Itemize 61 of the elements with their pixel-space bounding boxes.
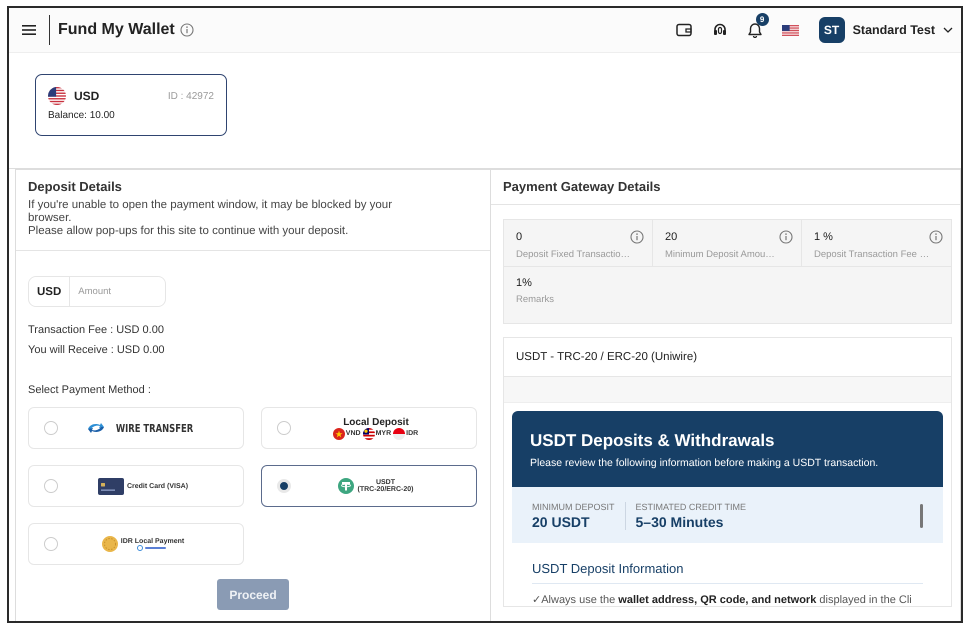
payment-option[interactable]: WIRE TRANSFER	[28, 407, 244, 449]
currency-label: USD	[28, 276, 70, 307]
receive-text: You will Receive : USD 0.00	[28, 344, 166, 356]
coin-icon	[102, 536, 118, 552]
bullet-text: ✓Always use the wallet address, QR code, and network displayed in the Cli	[532, 593, 913, 606]
stat-label: Minimum Deposit Amou…	[665, 249, 776, 260]
fact-label: MINIMUM DEPOSIT	[532, 502, 614, 512]
info-icon	[779, 230, 793, 244]
us-flag-icon	[48, 87, 66, 105]
wallet-currency: USD	[74, 89, 100, 103]
info-subtitle: Please review the following information before making a USDT transaction.	[530, 457, 880, 469]
radio-button[interactable]	[44, 537, 58, 551]
flag-icon	[332, 428, 345, 440]
info-icon	[630, 230, 644, 244]
wallet-icon[interactable]	[676, 23, 692, 37]
radio-button[interactable]	[44, 479, 58, 493]
radio-button[interactable]	[277, 421, 291, 435]
amount-input[interactable]: Amount	[70, 276, 166, 307]
notice-text: Please allow pop-ups for this site to continue with your deposit.	[28, 225, 350, 238]
menu-icon[interactable]	[22, 24, 36, 36]
provider-logo-icon	[137, 544, 168, 550]
tether-icon	[338, 478, 354, 494]
bell-icon[interactable]	[748, 22, 762, 38]
fact-label: ESTIMATED CREDIT TIME	[636, 502, 746, 512]
stat-value: 0	[516, 231, 522, 243]
panel-title: Deposit Details	[28, 179, 123, 194]
notification-badge: 9	[756, 13, 769, 26]
user-name[interactable]: Standard Test	[852, 23, 935, 37]
wallet-id: ID : 42972	[168, 90, 214, 102]
notice-text: If you're unable to open the payment window, it may be blocked by your browser.	[28, 199, 394, 225]
scrollbar-thumb[interactable]	[920, 504, 923, 528]
stat-label: Remarks	[516, 294, 556, 305]
fact-value: 20 USDT	[532, 514, 591, 530]
arrows-icon	[86, 421, 106, 435]
page-title: Fund My Wallet	[58, 21, 175, 39]
method-name: Local Deposit	[343, 416, 409, 428]
stat-value: 20	[665, 231, 678, 243]
us-flag-icon[interactable]	[782, 24, 799, 36]
radio-button[interactable]	[44, 421, 58, 435]
credit-card-icon	[98, 478, 124, 494]
fee-text: Transaction Fee : USD 0.00	[28, 324, 165, 336]
method-label: Select Payment Method :	[28, 384, 152, 396]
stat-value: 1%	[516, 277, 532, 289]
fact-value: 5–30 Minutes	[636, 514, 724, 530]
panel-title: Payment Gateway Details	[503, 179, 662, 194]
stat-label: Deposit Fixed Transactio…	[516, 249, 632, 260]
info-icon	[180, 23, 194, 37]
radio-button[interactable]	[277, 479, 291, 493]
info-icon	[929, 230, 943, 244]
headset-icon[interactable]	[712, 22, 728, 38]
stat-value: 1 %	[814, 231, 833, 243]
info-title: USDT Deposits & Withdrawals	[530, 431, 776, 451]
method-name: WIRE TRANSFER	[116, 422, 194, 434]
wallet-card[interactable]: USD ID : 42972 Balance: 10.00	[35, 74, 227, 136]
flag-icon	[393, 428, 406, 440]
wallet-balance: Balance: 10.00	[48, 110, 116, 121]
user-avatar[interactable]: ST	[818, 17, 845, 43]
chevron-down-icon[interactable]	[943, 27, 953, 33]
stat-label: Deposit Transaction Fee …	[814, 249, 930, 260]
flag-icon	[362, 428, 375, 440]
section-title: USDT Deposit Information	[532, 561, 923, 584]
